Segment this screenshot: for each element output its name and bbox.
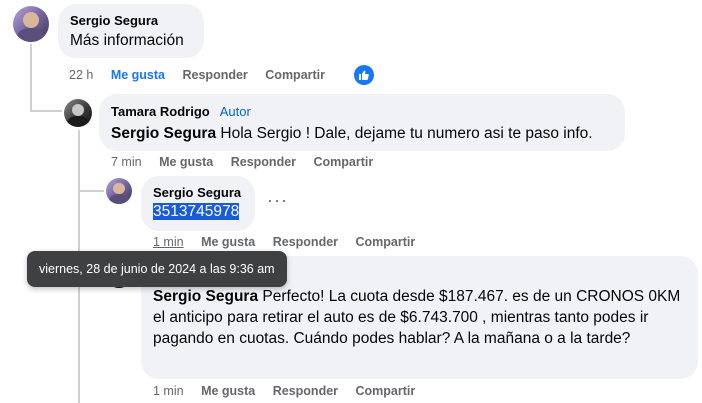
comment-text: Más información	[70, 32, 184, 49]
mention-link[interactable]: Sergio Segura	[111, 125, 216, 142]
comment-bubble: Tamara Rodrigo Autor Sergio Segura Hola S…	[99, 94, 625, 151]
thread-line	[78, 190, 104, 192]
like-button[interactable]: Me gusta	[201, 384, 255, 398]
comment-text: Sergio Segura Hola Sergio ! Dale, dejame…	[111, 123, 613, 144]
share-button[interactable]: Compartir	[356, 384, 416, 398]
comment-bubble: Sergio Segura Más información	[58, 4, 204, 58]
comment-body: Hola Sergio ! Dale, dejame tu numero asi…	[216, 125, 593, 142]
avatar[interactable]	[13, 6, 49, 42]
comment-actions: 7 min Me gusta Responder Compartir	[111, 155, 387, 169]
reply-button[interactable]: Responder	[183, 68, 248, 82]
mention-link[interactable]: Sergio Segura	[153, 288, 258, 305]
like-button[interactable]: Me gusta	[201, 235, 255, 249]
like-button[interactable]: Me gusta	[159, 155, 213, 169]
reply-button[interactable]: Responder	[273, 235, 338, 249]
comment-timestamp[interactable]: 1 min	[153, 384, 184, 398]
avatar[interactable]	[106, 178, 132, 204]
share-button[interactable]: Compartir	[265, 68, 325, 82]
comment-bubble: Sergio Segura 3513745978	[141, 176, 255, 231]
reply-button[interactable]: Responder	[231, 155, 296, 169]
more-options-icon[interactable]: ···	[267, 190, 288, 211]
comment-timestamp[interactable]: 22 h	[69, 68, 93, 82]
thumbs-up-icon[interactable]	[354, 65, 374, 85]
comment-actions: 1 min Me gusta Responder Compartir	[153, 384, 429, 398]
comment-author[interactable]: Tamara Rodrigo	[111, 104, 210, 119]
avatar[interactable]	[64, 99, 92, 127]
comment-actions: 22 h Me gusta Responder Compartir	[69, 68, 339, 82]
phone-number-text[interactable]: 3513745978	[153, 203, 240, 220]
share-button[interactable]: Compartir	[356, 235, 416, 249]
author-badge: Autor	[219, 104, 251, 119]
like-button[interactable]: Me gusta	[111, 68, 165, 82]
thread-line	[30, 44, 32, 112]
comment-timestamp[interactable]: 1 min	[153, 235, 184, 249]
share-button[interactable]: Compartir	[314, 155, 374, 169]
comment-author[interactable]: Sergio Segura	[70, 13, 192, 28]
comment-author[interactable]: Sergio Segura	[153, 185, 243, 200]
timestamp-tooltip: viernes, 28 de junio de 2024 a las 9:36 …	[27, 251, 287, 287]
comment-text: Sergio Segura Perfecto! La cuota desde $…	[153, 286, 686, 349]
thread-line	[30, 110, 62, 112]
comment-timestamp[interactable]: 7 min	[111, 155, 142, 169]
comment-actions: 1 min Me gusta Responder Compartir	[153, 235, 429, 249]
reply-button[interactable]: Responder	[273, 384, 338, 398]
